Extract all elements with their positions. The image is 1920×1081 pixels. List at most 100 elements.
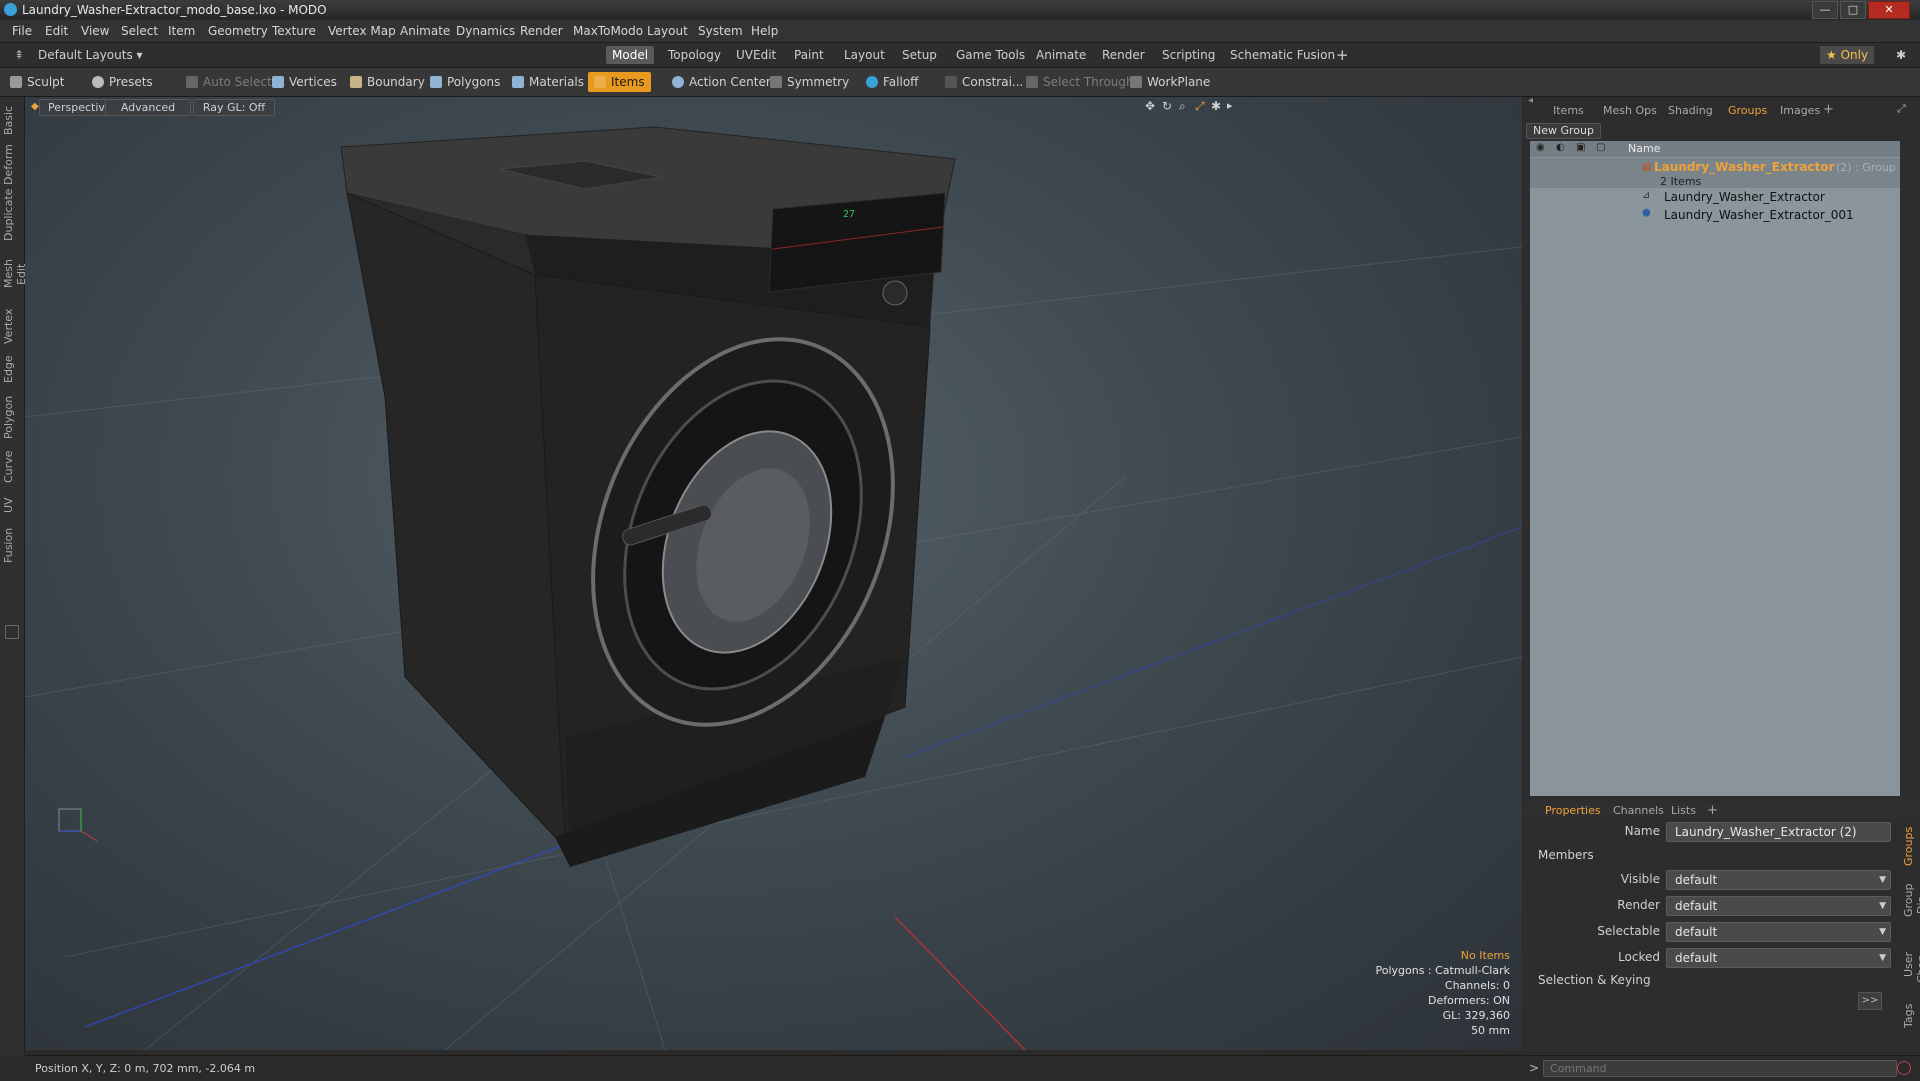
group-row[interactable]: ▤ Laundry_Washer_Extractor (2) : Group 2… [1530,158,1900,188]
panel-menu-icon[interactable]: ◂ [1528,95,1533,106]
only-toggle[interactable]: ★ Only [1820,46,1875,64]
menu-dynamics[interactable]: Dynamics [456,20,515,42]
fit-icon[interactable]: ⤢ [1195,99,1205,114]
left-tab-deform[interactable]: Deform [2,144,22,185]
groups-list[interactable]: ◉ ◐ ▣ ▢ Name ▤ Laundry_Washer_Extractor … [1530,141,1900,796]
panel-tab-shading[interactable]: Shading [1668,104,1713,117]
viewport-more-icon[interactable]: ▸ [1227,99,1233,112]
raygl-toggle[interactable]: Ray GL: Off [193,99,275,116]
panel-tab-images[interactable]: Images [1780,104,1820,117]
polygons-button[interactable]: Polygons [430,72,500,92]
side-tab-tags[interactable]: Tags [1902,1000,1920,1032]
pan-icon[interactable]: ✥ [1145,99,1155,113]
render-column-icon[interactable]: ◐ [1556,142,1565,153]
menu-render[interactable]: Render [520,20,563,42]
selection-keying-section[interactable]: Selection & Keying [1538,973,1651,987]
close-button[interactable]: ✕ [1868,1,1910,19]
selectable-dropdown[interactable]: default ▼ [1666,922,1891,942]
items-button[interactable]: Items [588,72,651,92]
tab-game-tools[interactable]: Game Tools [950,46,1031,64]
left-tab-vertex[interactable]: Vertex [2,307,22,345]
new-group-button[interactable]: New Group [1526,123,1601,139]
menu-help[interactable]: Help [751,20,778,42]
tab-model[interactable]: Model [606,46,655,64]
menu-animate[interactable]: Animate [400,20,450,42]
layout-collapse-icon[interactable]: ⇞ [8,46,30,64]
side-tab-group-display[interactable]: Group Dis... [1902,872,1920,928]
menu-item[interactable]: Item [168,20,195,42]
maximize-button[interactable]: □ [1840,1,1866,19]
sculpt-button[interactable]: Sculpt [10,72,64,92]
tab-schematic-fusion[interactable]: Schematic Fusion [1224,46,1341,64]
expand-button[interactable]: >> [1858,992,1882,1010]
tab-render[interactable]: Render [1096,46,1151,64]
left-tab-edge[interactable]: Edge [2,353,22,385]
layout-selector[interactable]: Default Layouts ▾ [32,46,149,64]
menu-edit[interactable]: Edit [45,20,68,42]
add-tab-button[interactable]: + [1330,46,1355,64]
boundary-button[interactable]: Boundary [350,72,425,92]
side-tab-groups[interactable]: Groups [1902,826,1920,866]
props-tab-channels[interactable]: Channels [1613,804,1664,817]
name-field[interactable]: Laundry_Washer_Extractor (2) [1666,822,1891,842]
menu-geometry[interactable]: Geometry [208,20,268,42]
panel-expand-icon[interactable]: ⤢ [1897,102,1906,116]
action-center-button[interactable]: Action Center [672,72,771,92]
render-dropdown[interactable]: default ▼ [1666,896,1891,916]
list-item[interactable]: ⊿ Laundry_Washer_Extractor [1530,189,1900,206]
advanced-dropdown[interactable]: Advanced [105,99,191,116]
symmetry-button[interactable]: Symmetry [770,72,849,92]
props-tab-lists[interactable]: Lists [1671,804,1696,817]
menu-vertex-map[interactable]: Vertex Map [328,20,396,42]
props-tab-properties[interactable]: Properties [1545,804,1601,817]
minimize-button[interactable]: — [1812,1,1838,19]
panel-tab-groups[interactable]: Groups [1728,104,1767,117]
panel-tab-items[interactable]: Items [1553,104,1584,117]
select-through-button[interactable]: Select Through [1026,72,1134,92]
command-input[interactable] [1543,1060,1897,1077]
side-tab-user-channels[interactable]: User Chan... [1902,934,1920,994]
palette-toggle-icon[interactable] [5,625,19,639]
tab-scripting[interactable]: Scripting [1156,46,1221,64]
add-props-tab-button[interactable]: + [1707,803,1718,818]
left-tab-fusion[interactable]: Fusion [2,525,22,565]
menu-file[interactable]: File [12,20,32,42]
left-tab-curve[interactable]: Curve [2,449,22,485]
tab-topology[interactable]: Topology [662,46,727,64]
rotate-icon[interactable]: ↻ [1162,99,1172,113]
zoom-icon[interactable]: ⌕ [1179,99,1186,114]
tab-uvedit[interactable]: UVEdit [730,46,782,64]
lock-column-icon[interactable]: ▣ [1576,142,1585,153]
left-tab-uv[interactable]: UV [2,493,22,517]
falloff-button[interactable]: Falloff [866,72,918,92]
left-tab-mesh-edit[interactable]: Mesh Edit [2,249,28,299]
name-column-header[interactable]: Name [1628,142,1660,155]
tab-setup[interactable]: Setup [896,46,943,64]
3d-viewport[interactable]: 27 ◆ Perspective Advanced Ray GL: Off ✥ … [25,97,1522,1050]
auto-select-button[interactable]: Auto Select [186,72,272,92]
settings-gear-icon[interactable]: ✱ [1890,46,1912,64]
tab-layout[interactable]: Layout [838,46,891,64]
visibility-column-icon[interactable]: ◉ [1536,142,1545,153]
locked-dropdown[interactable]: default ▼ [1666,948,1891,968]
constrain-button[interactable]: Constrai... [945,72,1023,92]
vertices-button[interactable]: Vertices [272,72,337,92]
menu-maxtomodo[interactable]: MaxToModo [573,20,643,42]
members-section[interactable]: Members [1538,848,1594,862]
viewport-options-icon[interactable]: ◆ [31,101,39,112]
select-column-icon[interactable]: ▢ [1596,142,1605,153]
left-tab-polygon[interactable]: Polygon [2,393,22,441]
menu-system[interactable]: System [698,20,743,42]
materials-button[interactable]: Materials [512,72,584,92]
add-panel-tab-button[interactable]: + [1823,102,1834,117]
workplane-button[interactable]: WorkPlane [1130,72,1210,92]
tab-animate[interactable]: Animate [1030,46,1092,64]
left-tab-basic[interactable]: Basic [2,103,22,137]
presets-button[interactable]: Presets [92,72,153,92]
left-tab-duplicate[interactable]: Duplicate [2,189,22,241]
panel-tab-mesh-ops[interactable]: Mesh Ops [1603,104,1657,117]
menu-view[interactable]: View [81,20,109,42]
visible-dropdown[interactable]: default ▼ [1666,870,1891,890]
list-item[interactable]: ⬢ Laundry_Washer_Extractor_001 [1530,207,1900,224]
menu-layout[interactable]: Layout [647,20,688,42]
